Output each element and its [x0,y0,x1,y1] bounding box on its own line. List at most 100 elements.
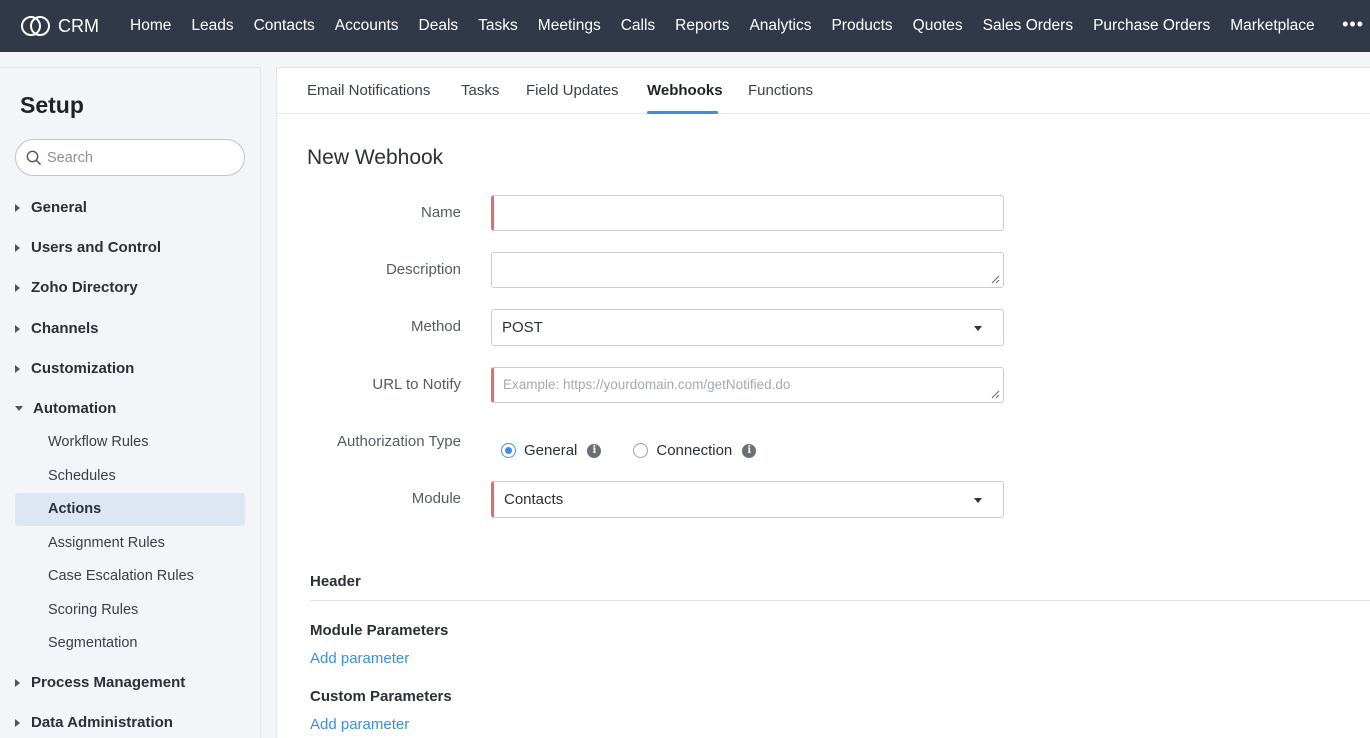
radio-general[interactable] [501,443,516,458]
custom-parameters-title: Custom Parameters [310,688,452,705]
auth-type-label: Authorization Type [337,433,461,450]
caret-right-icon [15,243,20,252]
name-label: Name [420,204,461,221]
sidebar-item-workflow-rules[interactable]: Workflow Rules [15,426,245,459]
module-select[interactable]: Contacts [491,481,1004,518]
header-section-title: Header [310,573,361,590]
url-field-wrapper [491,367,1004,403]
sidebar-section-channels[interactable]: Channels [15,320,99,337]
description-input[interactable] [492,253,1003,287]
search-icon [26,150,42,165]
sidebar-item-segmentation[interactable]: Segmentation [15,627,245,660]
tab-field-updates[interactable]: Field Updates [526,82,619,99]
brand-logo[interactable]: CRM [0,15,120,37]
section-label: Zoho Directory [31,279,138,296]
tab-webhooks[interactable]: Webhooks [647,82,723,99]
module-label: Module [411,490,461,507]
section-label: General [31,199,87,216]
auth-option-connection[interactable]: Connection i [633,442,757,459]
page-title: New Webhook [307,146,444,169]
caret-right-icon [15,203,20,212]
description-label: Description [385,261,461,278]
section-label: Customization [31,360,135,377]
method-selected-value: POST [502,319,543,336]
caret-down-icon [15,406,23,411]
setup-title: Setup [20,92,84,118]
main-nav: Home Leads Contacts Accounts Deals Tasks… [120,0,1325,52]
sidebar-section-general[interactable]: General [15,199,87,216]
radio-connection[interactable] [633,443,649,458]
nav-purchase-orders[interactable]: Purchase Orders [1083,17,1220,35]
sidebar-search[interactable] [15,139,245,176]
caret-right-icon [15,324,20,333]
search-input[interactable] [47,149,227,166]
nav-products[interactable]: Products [821,17,902,35]
section-label: Data Administration [31,714,173,731]
caret-right-icon [15,678,20,687]
more-menu-icon[interactable]: ••• [1342,14,1364,35]
nav-quotes[interactable]: Quotes [903,17,973,35]
sidebar-item-schedules[interactable]: Schedules [15,460,245,493]
sidebar-item-actions[interactable]: Actions [15,493,245,526]
sidebar-section-users-and-control[interactable]: Users and Control [15,239,161,256]
name-field-wrapper [491,195,1004,231]
url-input[interactable] [494,368,1003,402]
actions-tabs: Email Notifications Tasks Field Updates … [277,68,1370,114]
section-label: Users and Control [31,239,162,256]
nav-analytics[interactable]: Analytics [739,17,821,35]
sidebar-section-customization[interactable]: Customization [15,360,134,377]
sidebar-item-assignment-rules[interactable]: Assignment Rules [15,527,245,560]
caret-right-icon [15,718,20,727]
nav-tasks[interactable]: Tasks [468,17,528,35]
nav-marketplace[interactable]: Marketplace [1220,17,1324,35]
url-label: URL to Notify [372,376,461,393]
nav-deals[interactable]: Deals [409,17,469,35]
sidebar-section-zoho-directory[interactable]: Zoho Directory [15,279,138,296]
crm-logo-icon [21,16,50,36]
resize-handle-icon[interactable] [991,275,1000,284]
brand-name: CRM [58,15,99,36]
dropdown-arrow-icon [974,498,982,503]
auth-option-label: General [524,442,578,459]
sidebar-section-data-administration[interactable]: Data Administration [15,714,173,731]
method-select[interactable]: POST [491,309,1004,346]
nav-leads[interactable]: Leads [181,17,243,35]
main-panel: Email Notifications Tasks Field Updates … [276,67,1370,738]
add-module-parameter-link[interactable]: Add parameter [310,650,409,667]
tab-tasks[interactable]: Tasks [461,82,499,99]
caret-right-icon [15,364,20,373]
info-icon[interactable]: i [587,443,602,458]
nav-reports[interactable]: Reports [665,17,739,35]
auth-type-radio-group: General i Connection i [501,442,757,459]
sidebar-item-case-escalation-rules[interactable]: Case Escalation Rules [15,560,245,593]
name-input[interactable] [494,196,1003,230]
sidebar-item-scoring-rules[interactable]: Scoring Rules [15,594,245,627]
nav-calls[interactable]: Calls [611,17,665,35]
tab-functions[interactable]: Functions [748,82,813,99]
dropdown-arrow-icon [974,326,982,331]
add-custom-parameter-link[interactable]: Add parameter [310,716,409,733]
tab-email-notifications[interactable]: Email Notifications [307,82,430,99]
module-parameters-title: Module Parameters [310,622,449,639]
nav-sales-orders[interactable]: Sales Orders [973,17,1083,35]
sidebar-section-automation[interactable]: Automation [15,400,116,417]
description-field-wrapper [491,252,1004,288]
module-selected-value: Contacts [504,491,564,508]
setup-sidebar: Setup General Users and Control Zoho Dir… [0,67,261,738]
active-tab-indicator [647,111,718,114]
section-label: Channels [31,320,99,337]
top-nav-bar: CRM Home Leads Contacts Accounts Deals T… [0,0,1370,52]
nav-accounts[interactable]: Accounts [325,17,409,35]
method-label: Method [410,318,461,335]
nav-meetings[interactable]: Meetings [528,17,611,35]
section-label: Process Management [31,674,186,691]
resize-handle-icon[interactable] [991,390,1000,399]
nav-contacts[interactable]: Contacts [244,17,325,35]
auth-option-general[interactable]: General i [501,442,602,459]
section-label: Automation [33,400,117,417]
caret-right-icon [15,283,20,292]
info-icon[interactable]: i [742,443,757,458]
nav-home[interactable]: Home [120,17,181,35]
sidebar-section-process-management[interactable]: Process Management [15,674,185,691]
auth-option-label: Connection [656,442,733,459]
